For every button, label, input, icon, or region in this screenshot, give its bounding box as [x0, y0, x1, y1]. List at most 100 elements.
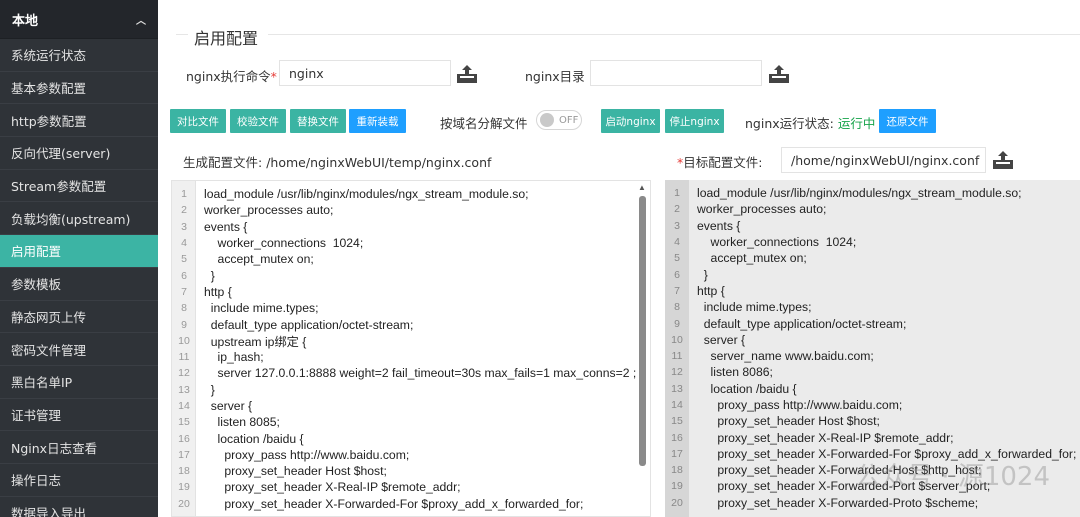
- sidebar-item[interactable]: Stream参数配置: [0, 170, 158, 203]
- code-line: 11 ip_hash;: [172, 349, 650, 365]
- code-text: location /baidu {: [204, 431, 304, 446]
- code-line: 20 proxy_set_header X-Forwarded-For $pro…: [172, 496, 650, 512]
- code-text: accept_mutex on;: [697, 251, 807, 266]
- code-line: 2 worker_processes auto;: [172, 202, 650, 218]
- code-line: 17 proxy_pass http://www.baidu.com;: [172, 447, 650, 463]
- code-line: 20 proxy_set_header X-Forwarded-Proto $s…: [665, 495, 1080, 511]
- code-text: proxy_set_header X-Real-IP $remote_addr;: [204, 480, 461, 495]
- split-toggle[interactable]: OFF: [536, 110, 582, 130]
- code-text: default_type application/octet-stream;: [697, 316, 907, 331]
- code-line: 1 load_module /usr/lib/nginx/modules/ngx_…: [665, 185, 1080, 201]
- code-text: proxy_set_header X-Forwarded-Proto $sche…: [697, 495, 979, 510]
- sidebar-item[interactable]: Nginx日志查看: [0, 431, 158, 464]
- exec-label-text: nginx执行命令: [186, 69, 271, 84]
- code-line: 14 proxy_pass http://www.baidu.com;: [665, 397, 1080, 413]
- line-number: 8: [181, 302, 187, 315]
- scroll-up-arrow-icon[interactable]: ▲: [638, 183, 646, 192]
- start-nginx-button[interactable]: 启动nginx: [601, 109, 660, 133]
- code-text: proxy_set_header Host $host;: [697, 414, 880, 429]
- code-line: 12 listen 8086;: [665, 364, 1080, 380]
- target-file-input[interactable]: /home/nginxWebUI/nginx.conf: [781, 147, 986, 173]
- code-text: listen 8085;: [204, 415, 280, 430]
- code-text: include mime.types;: [697, 300, 812, 315]
- line-number: 3: [674, 219, 680, 232]
- code-text: events {: [204, 219, 248, 234]
- sidebar-item[interactable]: 基本参数配置: [0, 72, 158, 105]
- code-text: }: [204, 382, 215, 397]
- code-text: proxy_set_header X-Real-IP $remote_addr;: [697, 430, 954, 445]
- code-text: }: [697, 267, 708, 282]
- code-text: proxy_set_header X-Forwarded-For $proxy_…: [204, 496, 584, 511]
- toggle-knob: [540, 113, 554, 127]
- status-value: 运行中: [837, 116, 876, 131]
- upload-icon[interactable]: [768, 64, 790, 84]
- exec-command-input[interactable]: nginx: [279, 60, 451, 86]
- reload-button[interactable]: 重新装载: [349, 109, 406, 133]
- sidebar-item[interactable]: 系统运行状态: [0, 39, 158, 72]
- exec-label: nginx执行命令*: [186, 66, 277, 85]
- sidebar-item[interactable]: 操作日志: [0, 464, 158, 497]
- code-line: 9 default_type application/octet-stream;: [665, 315, 1080, 331]
- line-number: 12: [671, 366, 683, 379]
- line-number: 18: [178, 465, 190, 478]
- upload-icon[interactable]: [992, 150, 1014, 170]
- code-line: 9 default_type application/octet-stream;: [172, 316, 650, 332]
- page-title: 启用配置: [194, 29, 259, 48]
- sidebar-item[interactable]: 负载均衡(upstream): [0, 202, 158, 236]
- generated-file-path: /home/nginxWebUI/temp/nginx.conf: [266, 155, 492, 170]
- required-mark: *: [270, 69, 277, 84]
- sidebar-item[interactable]: 参数模板: [0, 268, 158, 301]
- line-number: 7: [674, 284, 680, 297]
- code-line: 14 server {: [172, 398, 650, 414]
- nginx-dir-input[interactable]: [590, 60, 762, 86]
- line-number: 5: [181, 253, 187, 266]
- line-number: 2: [181, 204, 187, 217]
- code-text: worker_connections 1024;: [204, 236, 364, 251]
- line-number: 6: [674, 268, 680, 281]
- code-text: proxy_set_header Host $host;: [204, 464, 387, 479]
- code-text: http {: [204, 284, 232, 299]
- code-line: 6 }: [665, 266, 1080, 282]
- sidebar-group-local[interactable]: 本地 ︿: [0, 0, 158, 39]
- line-number: 19: [671, 480, 683, 493]
- line-number: 13: [178, 383, 190, 396]
- code-line: 11 server_name www.baidu.com;: [665, 348, 1080, 364]
- line-number: 1: [181, 188, 187, 201]
- code-line: 6 }: [172, 267, 650, 283]
- sidebar-item[interactable]: 启用配置: [0, 235, 158, 268]
- line-number: 14: [178, 400, 190, 412]
- sidebar-item[interactable]: 数据导入导出: [0, 497, 158, 517]
- sidebar-item[interactable]: 反向代理(server): [0, 137, 158, 170]
- code-line: 8 include mime.types;: [172, 300, 650, 316]
- editor-scrollbar[interactable]: ▲: [637, 181, 648, 516]
- code-text: listen 8086;: [697, 365, 773, 380]
- upload-icon[interactable]: [456, 64, 478, 84]
- sidebar-item[interactable]: 静态网页上传: [0, 301, 158, 334]
- toggle-text: OFF: [559, 114, 579, 126]
- compare-file-button[interactable]: 对比文件: [170, 109, 226, 133]
- sidebar-item[interactable]: 证书管理: [0, 399, 158, 432]
- line-number: 8: [674, 301, 680, 314]
- sidebar-item[interactable]: 密码文件管理: [0, 333, 158, 366]
- sidebar-group-label: 本地: [12, 13, 39, 29]
- sidebar-item[interactable]: 黑白名单IP: [0, 366, 158, 399]
- sidebar-item[interactable]: http参数配置: [0, 104, 158, 138]
- code-line: 16 location /baidu {: [172, 430, 650, 446]
- code-text: server {: [204, 399, 253, 413]
- restore-file-button[interactable]: 还原文件: [879, 109, 936, 133]
- replace-file-button[interactable]: 替换文件: [290, 109, 346, 133]
- watermark: 公众号 · 源1024: [855, 462, 1050, 492]
- code-line: 8 include mime.types;: [665, 299, 1080, 315]
- check-file-button[interactable]: 校验文件: [230, 109, 286, 133]
- code-line: 15 listen 8085;: [172, 414, 650, 430]
- line-number: 13: [671, 382, 683, 395]
- stop-nginx-button[interactable]: 停止nginx: [665, 109, 724, 133]
- code-line: 18 proxy_set_header Host $host;: [172, 463, 650, 479]
- line-number: 20: [671, 496, 683, 509]
- generated-config-editor[interactable]: 1 load_module /usr/lib/nginx/modules/ngx_…: [171, 180, 651, 517]
- code-text: upstream ip绑定 {: [204, 334, 307, 349]
- line-number: 11: [671, 350, 683, 363]
- line-number: 9: [674, 317, 680, 330]
- scrollbar-thumb[interactable]: [639, 196, 646, 466]
- line-number: 10: [671, 333, 683, 346]
